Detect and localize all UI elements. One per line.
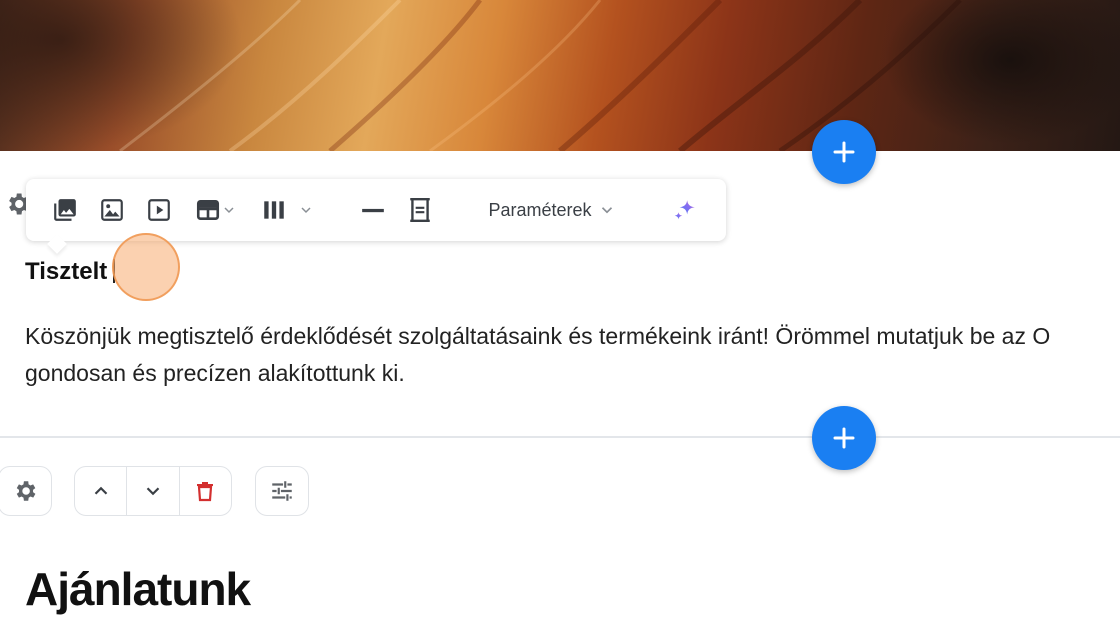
move-down-button[interactable]	[127, 467, 180, 515]
parameters-dropdown[interactable]: Paraméterek	[482, 179, 622, 241]
ai-sparkle-icon	[674, 200, 695, 220]
trash-icon	[197, 482, 214, 502]
block-style-button[interactable]	[255, 466, 309, 516]
insert-table-button[interactable]	[190, 179, 242, 241]
table-icon	[196, 200, 220, 220]
paragraph-line: Köszönjük megtisztelő érdeklődését szolg…	[25, 323, 1051, 349]
move-up-button[interactable]	[75, 467, 128, 515]
plus-icon	[833, 427, 855, 449]
plus-icon	[833, 141, 855, 163]
image-gallery-icon	[54, 199, 76, 221]
hero-image	[0, 0, 1120, 151]
heading-editable[interactable]: Tisztelt	[25, 258, 116, 286]
chevron-down-icon	[301, 207, 311, 214]
insert-gallery-button[interactable]	[50, 179, 80, 241]
horizontal-rule-icon	[362, 208, 384, 213]
delete-block-button[interactable]	[180, 467, 231, 515]
parameters-label: Paraméterek	[488, 199, 592, 220]
insert-video-button[interactable]	[144, 179, 174, 241]
chevron-down-icon	[146, 487, 160, 496]
gear-icon	[16, 481, 36, 501]
video-icon	[148, 199, 170, 221]
add-block-button-top[interactable]	[812, 120, 876, 184]
chevron-down-icon	[601, 207, 612, 214]
insert-image-button[interactable]	[96, 179, 128, 241]
chevron-up-icon	[94, 486, 107, 495]
insert-columns-button[interactable]	[258, 179, 316, 241]
heading-text: Tisztelt	[25, 258, 108, 285]
columns-icon	[264, 201, 284, 219]
paragraph-line: gondosan és precízen alakítottunk ki.	[25, 360, 405, 386]
block-settings-button[interactable]	[0, 466, 52, 516]
paragraph-editable[interactable]: Köszönjük megtisztelő érdeklődését szolg…	[25, 318, 1120, 392]
ai-assistant-button[interactable]	[670, 179, 700, 241]
spacer-icon	[410, 197, 430, 223]
block-insert-toolbar: Paraméterek	[26, 179, 726, 254]
block-divider	[0, 436, 1120, 438]
chevron-down-icon	[224, 207, 234, 214]
add-block-button-bottom[interactable]	[812, 406, 876, 470]
touch-indicator	[112, 233, 180, 301]
section-title[interactable]: Ajánlatunk	[25, 562, 251, 616]
block-action-group	[74, 466, 232, 516]
sliders-icon	[272, 481, 292, 501]
insert-divider-button[interactable]	[360, 179, 386, 241]
insert-spacer-button[interactable]	[406, 179, 434, 241]
image-icon	[101, 199, 123, 221]
